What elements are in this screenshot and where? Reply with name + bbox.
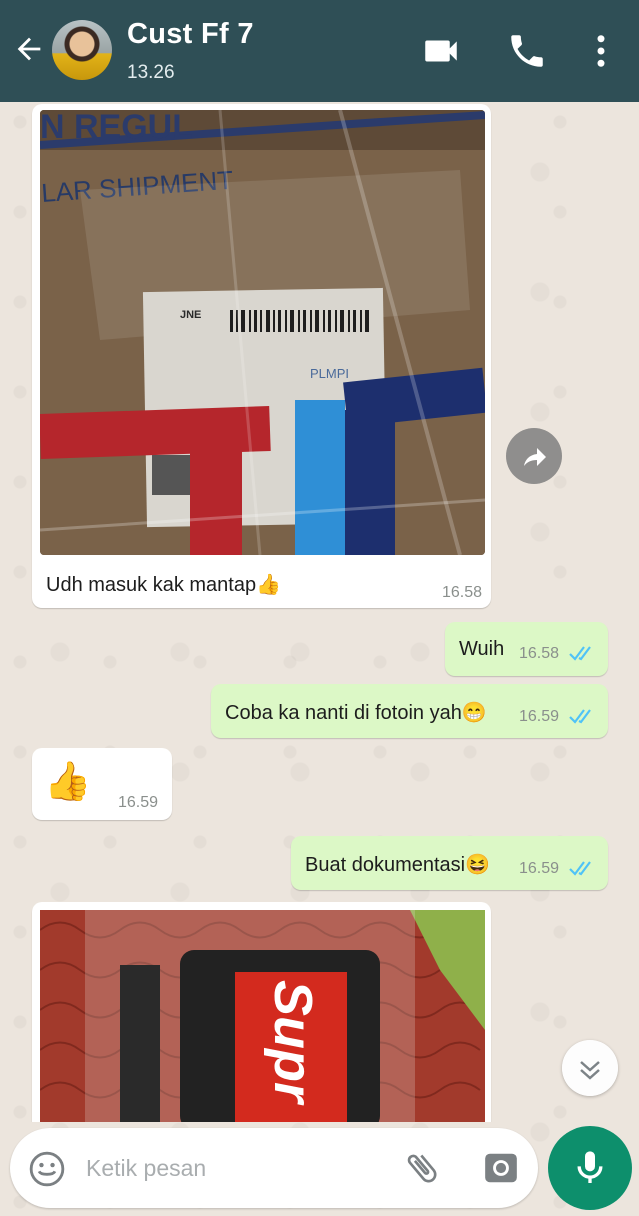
mic-button[interactable] [548,1126,632,1210]
message-input-bar[interactable]: Ketik pesan [10,1128,538,1208]
shipment-photo[interactable]: N REGUL LAR SHIPMENT JNE PLMPI [40,110,485,555]
mic-icon [577,1151,603,1183]
message-time: 16.59 [519,708,560,725]
camera-icon[interactable] [482,1149,520,1187]
message-text: Buat dokumentasi😆 [305,854,490,876]
forward-icon[interactable] [506,428,562,484]
attach-icon[interactable] [402,1148,442,1188]
message-outgoing[interactable]: Wuih 16.58 [445,622,608,676]
emoji-icon[interactable] [28,1150,66,1188]
message-caption: Udh masuk kak mantap👍 [46,574,281,596]
read-ticks-icon [569,709,591,724]
product-photo[interactable]: Supr [40,910,485,1122]
scroll-to-bottom-button[interactable] [562,1040,618,1096]
message-time: 16.59 [519,860,560,877]
shipment-package-image: N REGUL LAR SHIPMENT JNE PLMPI [40,110,485,555]
package-top-text: N REGUL [40,110,193,146]
phone-icon[interactable] [506,30,548,72]
message-time: 16.58 [519,645,560,662]
product-brand-text: Supr [263,980,323,1106]
message-input[interactable]: Ketik pesan [86,1155,206,1182]
contact-name[interactable]: Cust Ff 7 [127,18,254,51]
product-box-image: Supr [40,910,485,1122]
message-text: Coba ka nanti di fotoin yah😁 [225,702,487,724]
avatar[interactable] [52,20,112,80]
emoji-thumbs-up: 👍 [44,761,92,803]
sticker-side-text: PLMPI [310,366,349,381]
message-incoming[interactable]: 👍 16.59 [32,748,172,820]
sticker-brand: JNE [180,309,201,321]
message-text: Wuih [459,638,505,660]
message-incoming-image[interactable]: Supr [32,902,491,1122]
message-outgoing[interactable]: Coba ka nanti di fotoin yah😁 16.59 [211,684,608,738]
message-time: 16.58 [442,584,483,601]
message-incoming-image[interactable]: N REGUL LAR SHIPMENT JNE PLMPI Udh masuk… [32,104,491,608]
read-ticks-icon [569,861,591,876]
last-seen: 13.26 [127,62,175,83]
message-outgoing[interactable]: Buat dokumentasi😆 16.59 [291,836,608,890]
read-ticks-icon [569,646,591,661]
message-time: 16.59 [118,794,159,811]
message-list[interactable]: N REGUL LAR SHIPMENT JNE PLMPI Udh masuk… [0,102,639,1122]
chat-header: Cust Ff 7 13.26 [0,0,639,102]
more-vert-icon[interactable] [580,30,622,72]
back-arrow-icon[interactable] [12,32,46,66]
video-call-icon[interactable] [420,30,462,72]
